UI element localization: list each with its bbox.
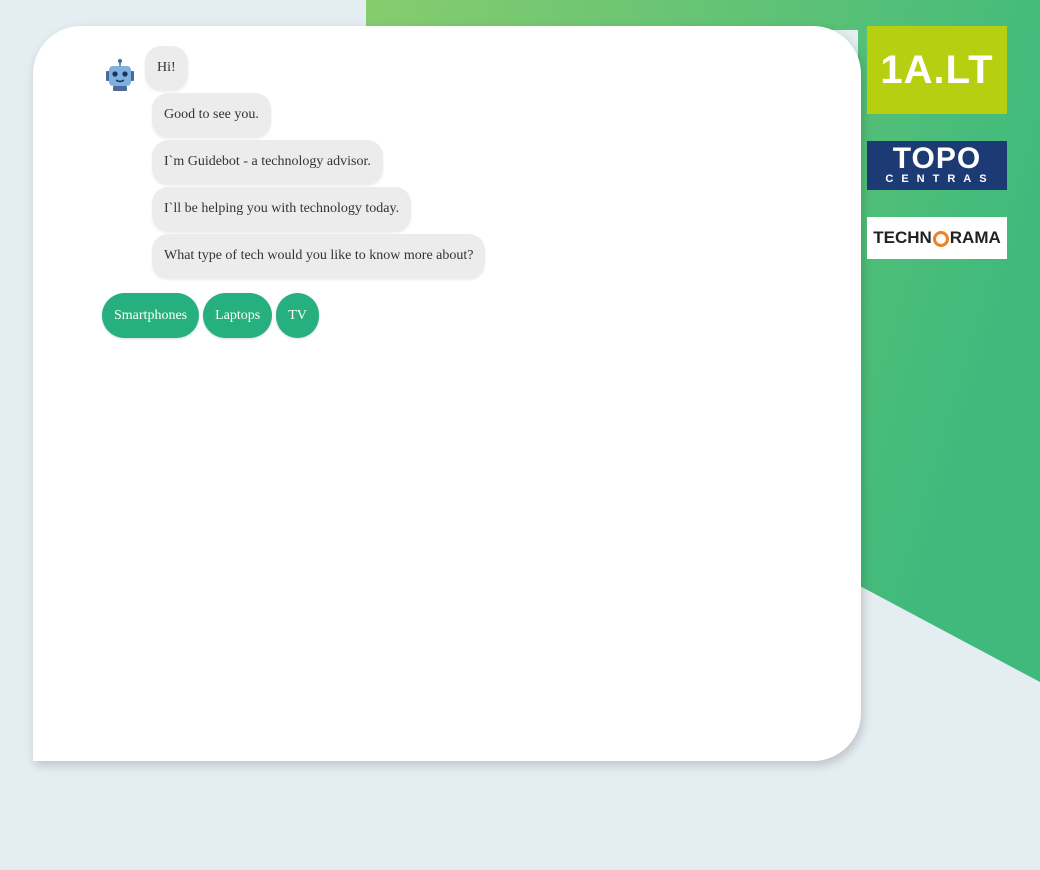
- choice-laptops-button[interactable]: Laptops: [203, 293, 273, 338]
- partner-logo-text: RAMA: [949, 228, 1001, 247]
- choice-tv-button[interactable]: TV: [276, 293, 319, 338]
- chat-panel: [33, 26, 861, 761]
- quick-reply-options: Smartphones Laptops TV: [102, 293, 319, 338]
- partner-logo-text: TECHN: [873, 228, 932, 247]
- chat-message: What type of tech would you like to know…: [152, 234, 486, 278]
- partner-logo-topo-centras[interactable]: TOPO CENTRAS: [867, 141, 1007, 190]
- partner-logo-technorama[interactable]: TECHN RAMA: [867, 217, 1007, 259]
- partner-logo-1a[interactable]: 1A.LT: [867, 26, 1007, 114]
- choice-smartphones-button[interactable]: Smartphones: [102, 293, 200, 338]
- partner-logo-subtitle: CENTRAS: [885, 173, 995, 185]
- partner-logo-text: TOPO: [892, 142, 982, 175]
- robot-icon: [106, 59, 134, 91]
- power-icon: [932, 231, 949, 247]
- chat-message: I`ll be helping you with technology toda…: [152, 187, 412, 231]
- partner-logo-text: 1A.LT: [880, 47, 994, 92]
- chat-message: I`m Guidebot - a technology advisor.: [152, 140, 383, 184]
- chat-message: Hi!: [145, 46, 188, 90]
- chat-message: Good to see you.: [152, 93, 271, 137]
